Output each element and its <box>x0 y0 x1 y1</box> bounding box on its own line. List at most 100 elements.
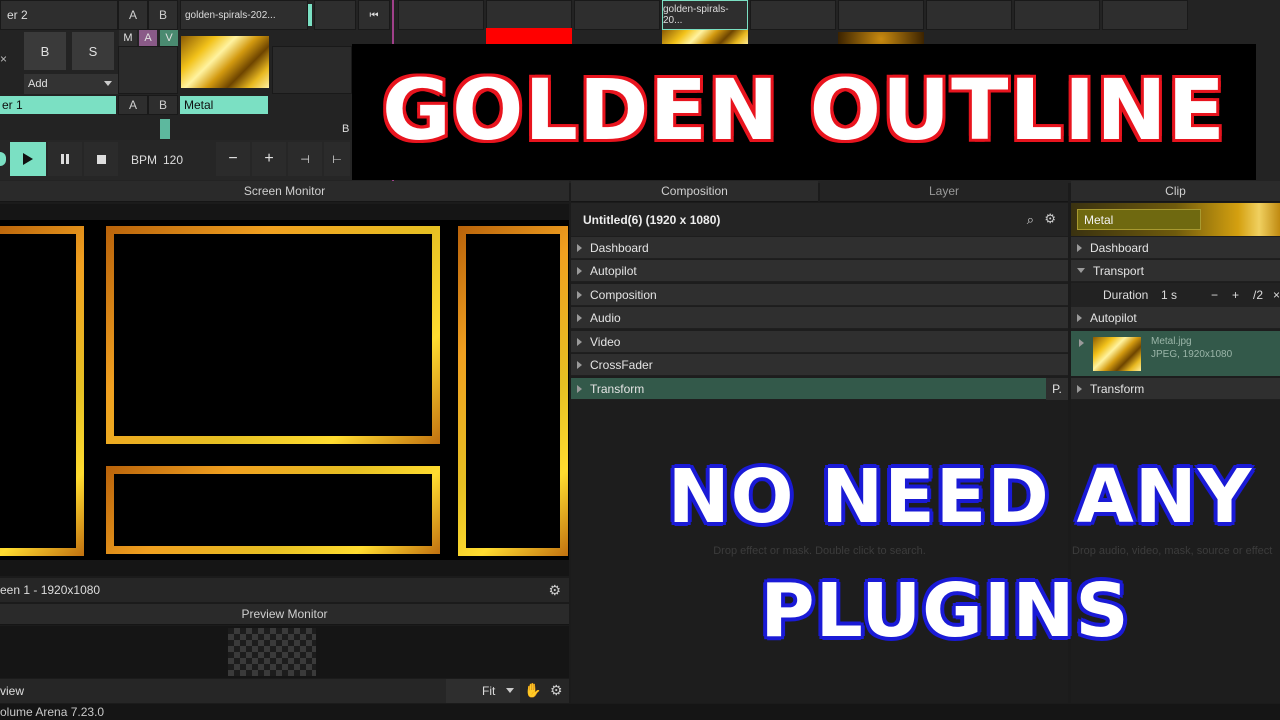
gear-icon[interactable]: ⚙ <box>1044 211 1056 227</box>
bpm-minus-button[interactable]: − <box>216 142 250 176</box>
clip-item-dashboard[interactable]: Dashboard <box>1071 237 1280 259</box>
source-thumbnail <box>1093 337 1141 371</box>
layer-1-b-button[interactable]: B <box>148 95 178 115</box>
deck-slot[interactable] <box>926 0 1012 30</box>
add-label: Add <box>28 78 48 90</box>
item-label: Video <box>590 334 621 349</box>
comp-item-video[interactable]: Video <box>571 331 1068 353</box>
bpm-plus-button[interactable]: + <box>252 142 286 176</box>
item-label: Transport <box>1093 263 1144 278</box>
deck-slot[interactable] <box>398 0 484 30</box>
deck-slot[interactable] <box>1014 0 1100 30</box>
layer-2-a-button[interactable]: A <box>118 0 148 30</box>
duration-plus-button[interactable]: + <box>1232 288 1239 302</box>
preview-monitor-view[interactable] <box>0 626 569 678</box>
item-label: Transform <box>1090 381 1145 396</box>
item-label: Transform <box>590 381 645 396</box>
tab-composition[interactable]: Composition <box>571 181 818 202</box>
duration-label: Duration <box>1103 288 1149 302</box>
comp-item-crossfader[interactable]: CrossFader <box>571 354 1068 376</box>
composition-drop-hint: Drop effect or mask. Double click to sea… <box>713 545 926 557</box>
deck-slot[interactable] <box>838 0 924 30</box>
comp-item-composition[interactable]: Composition <box>571 284 1068 306</box>
fit-dropdown[interactable]: Fit <box>446 679 520 703</box>
comp-item-dashboard[interactable]: Dashboard <box>571 237 1068 259</box>
deck-slot[interactable] <box>750 0 836 30</box>
version-label: olume Arena 7.23.0 <box>0 705 105 719</box>
mix-b-button[interactable]: B <box>24 32 66 70</box>
composition-title-bar: Untitled(6) (1920 x 1080) ⌕ ⚙ <box>571 203 1068 236</box>
mint-marker <box>160 119 170 139</box>
mix-s-button[interactable]: S <box>72 32 114 70</box>
preview-monitor-header: Preview Monitor <box>0 604 569 625</box>
gear-icon[interactable]: ⚙ <box>550 682 563 699</box>
clip-thumbnail-metal[interactable] <box>181 36 269 88</box>
item-label: Audio <box>590 310 621 325</box>
clip-item-transport[interactable]: Transport <box>1071 260 1280 282</box>
gear-icon[interactable]: ⚙ <box>548 582 561 599</box>
layer-1-a-button[interactable]: A <box>118 95 148 115</box>
comp-item-autopilot[interactable]: Autopilot <box>571 260 1068 282</box>
clip-name-field[interactable]: Metal <box>1077 209 1201 230</box>
deck-slot[interactable] <box>1102 0 1188 30</box>
play-button[interactable] <box>10 142 46 176</box>
skip-button[interactable]: ⏮ <box>358 0 390 30</box>
clip-slot-top[interactable]: golden-spirals-202... <box>180 0 308 30</box>
chevron-down-icon <box>104 81 112 86</box>
duration-minus-button[interactable]: − <box>1211 288 1218 302</box>
bpm-value[interactable]: 120 <box>163 153 183 167</box>
headline-text: GOLDEN OUTLINE <box>380 59 1227 161</box>
deck-slot-active[interactable]: golden-spirals-20... <box>662 0 748 30</box>
nudge-left-button[interactable]: ⊣ <box>288 142 322 176</box>
a-button[interactable]: A <box>139 30 157 46</box>
stop-button[interactable] <box>84 142 118 176</box>
deck-slot[interactable] <box>574 0 660 30</box>
search-icon[interactable]: ⌕ <box>1027 212 1034 228</box>
item-label: Dashboard <box>590 240 649 255</box>
clip-drop-hint: Drop audio, video, mask, source or effec… <box>1072 545 1273 557</box>
empty-slot[interactable] <box>314 0 356 30</box>
layer-2-b-button[interactable]: B <box>148 0 178 30</box>
item-label: Dashboard <box>1090 240 1149 255</box>
duration-row: Duration 1 s − + /2 × <box>1071 283 1280 307</box>
hand-icon[interactable]: ✋ <box>524 682 541 699</box>
add-dropdown[interactable]: Add <box>24 74 118 94</box>
screen-label: een 1 - 1920x1080 <box>0 583 101 597</box>
gold-frame-left <box>0 226 84 556</box>
tab-clip[interactable]: Clip <box>1071 181 1280 202</box>
nudge-right-button[interactable]: ⊢ <box>324 142 350 176</box>
v-button[interactable]: V <box>160 30 178 46</box>
tab-layer[interactable]: Layer <box>820 181 1068 202</box>
duration-value[interactable]: 1 s <box>1161 288 1177 302</box>
comp-item-transform[interactable]: Transform P. <box>571 378 1068 400</box>
screen-monitor-view[interactable] <box>0 204 569 576</box>
chevron-right-icon <box>577 360 582 369</box>
x-icon[interactable]: × <box>0 52 7 66</box>
status-bar: olume Arena 7.23.0 <box>0 704 1280 720</box>
duration-double-button[interactable]: × <box>1273 288 1280 302</box>
chevron-right-icon <box>577 290 582 299</box>
m-button[interactable]: M <box>119 30 137 46</box>
subheadline-line-1: NO NEED ANY <box>667 454 1253 540</box>
comp-item-audio[interactable]: Audio <box>571 307 1068 329</box>
chevron-down-icon <box>1077 268 1085 273</box>
pause-button[interactable] <box>48 142 82 176</box>
clip-label-metal[interactable]: Metal <box>180 96 268 114</box>
layer-1-name[interactable]: er 1 <box>0 96 116 114</box>
transform-preset-button[interactable]: P. <box>1046 378 1068 400</box>
gold-frame-center-top <box>106 226 440 444</box>
gold-frame-right <box>458 226 568 556</box>
screen-monitor-footer: een 1 - 1920x1080 ⚙ <box>0 578 569 602</box>
source-file-name: Metal.jpg <box>1151 336 1192 347</box>
layer-fader-area[interactable] <box>118 46 178 94</box>
clip-source-row[interactable]: Metal.jpg JPEG, 1920x1080 <box>1071 331 1280 376</box>
subheadline-line-2: PLUGINS <box>760 568 1130 654</box>
clip-item-autopilot[interactable]: Autopilot <box>1071 307 1280 329</box>
deck-slot[interactable] <box>486 0 572 30</box>
chevron-right-icon <box>577 313 582 322</box>
layer-2-name[interactable]: er 2 <box>0 0 118 30</box>
chevron-right-icon <box>1077 243 1082 252</box>
mini-controls[interactable] <box>272 46 352 94</box>
clip-item-transform[interactable]: Transform <box>1071 378 1280 400</box>
duration-half-button[interactable]: /2 <box>1253 288 1263 302</box>
